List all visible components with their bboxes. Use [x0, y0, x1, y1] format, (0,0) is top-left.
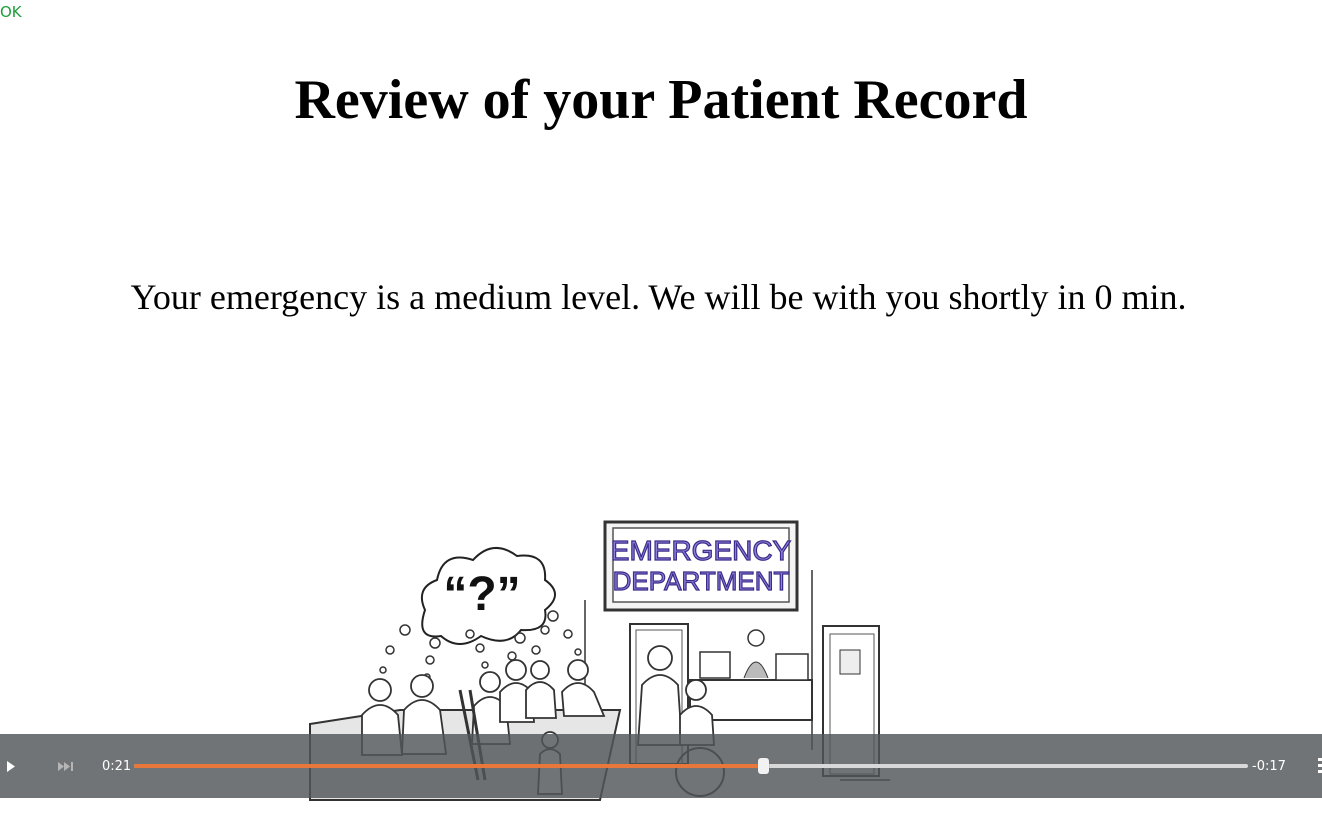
time-elapsed: 0:21 [102, 758, 132, 774]
play-icon [7, 760, 15, 772]
play-button[interactable] [0, 734, 22, 798]
thought-text: “?” [443, 568, 520, 621]
more-options-icon [1318, 758, 1322, 773]
progress-thumb[interactable] [758, 758, 770, 774]
skip-forward-button[interactable] [54, 734, 78, 798]
ok-link[interactable]: OK [0, 3, 22, 21]
page-title: Review of your Patient Record [294, 69, 1028, 131]
more-options-button[interactable] [1316, 734, 1322, 798]
progress-track[interactable] [134, 758, 1248, 774]
emergency-message: Your emergency is a medium level. We wil… [130, 277, 1187, 317]
skip-forward-icon [58, 761, 73, 771]
sign-line1: EMERGENCY [611, 535, 792, 566]
progress-fill [134, 764, 764, 768]
video-controls: 0:21 -0:17 [0, 734, 1322, 798]
sign-line2: DEPARTMENT [613, 566, 790, 596]
time-remaining: -0:17 [1252, 758, 1286, 774]
